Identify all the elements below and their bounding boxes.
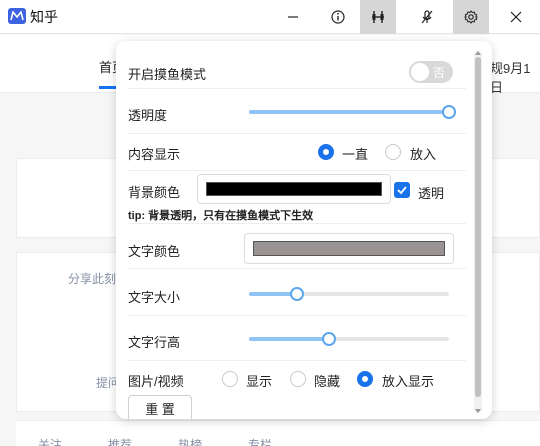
scroll-up-icon[interactable] [475,51,481,55]
fish-mode-row: 开启摸鱼模式 否 [128,41,466,89]
opacity-slider[interactable] [249,105,456,119]
gear-icon [464,10,478,24]
check-icon [397,186,407,195]
content-display-option-always-radio[interactable] [318,144,334,160]
fish-mode-toggle[interactable]: 否 [409,61,453,83]
slider-fill [249,110,449,114]
title-bar: 知乎 [0,0,540,34]
slider-thumb[interactable] [290,287,304,301]
settings-button[interactable] [453,0,489,34]
info-button[interactable] [320,0,356,34]
close-icon [510,11,522,23]
line-height-row: 文字行高 [128,316,466,361]
share-prompt[interactable]: 分享此刻 [68,270,116,287]
scroll-thumb[interactable] [475,57,481,397]
slider-fill [249,337,329,341]
bg-color-swatch [206,182,382,196]
close-button[interactable] [498,0,534,34]
opacity-row: 透明度 [128,89,466,134]
content-display-row: 内容显示 一直 放入 [128,134,466,171]
adjust-button[interactable] [360,0,396,34]
tab-column[interactable]: 专栏 [248,436,272,446]
slider-thumb[interactable] [442,105,456,119]
font-size-row: 文字大小 [128,269,466,316]
minimize-icon [288,16,298,18]
media-option-show[interactable]: 显示 [246,371,272,390]
page-tabs [16,420,540,446]
panel-scrollbar[interactable] [474,51,482,413]
media-option-hover-radio[interactable] [357,371,373,387]
bg-color-picker[interactable] [197,174,391,204]
reset-button[interactable]: 重 置 [128,395,192,419]
settings-panel: 开启摸鱼模式 否 透明度 内容显示 一直 放入 背景颜色 透明 tip: 背景透… [116,41,492,419]
mic-icon [421,10,433,24]
line-height-slider[interactable] [249,332,449,346]
line-height-label: 文字行高 [128,335,181,350]
window-title: 知乎 [30,9,58,25]
text-color-picker[interactable] [244,233,454,264]
slider-thumb[interactable] [322,332,336,346]
content-display-option-hover-radio[interactable] [385,144,401,160]
tab-recommend[interactable]: 推荐 [108,436,132,446]
minimize-button[interactable] [275,0,311,34]
adjust-icon [372,11,384,23]
bg-transparent-label[interactable]: 透明 [418,183,444,202]
content-display-label: 内容显示 [128,147,181,162]
media-option-hide[interactable]: 隐藏 [314,371,340,390]
font-size-slider[interactable] [249,287,449,301]
text-color-row: 文字颜色 [128,224,466,269]
mic-off-button[interactable] [409,0,445,34]
text-color-swatch [253,241,445,256]
opacity-label: 透明度 [128,108,168,123]
font-size-label: 文字大小 [128,290,181,305]
toggle-state-text: 否 [433,66,446,80]
fish-mode-label: 开启摸鱼模式 [128,67,207,82]
bg-color-label: 背景颜色 [128,185,181,200]
scroll-down-icon[interactable] [475,409,481,413]
media-option-show-radio[interactable] [222,371,238,387]
text-color-label: 文字颜色 [128,244,181,259]
media-label: 图片/视频 [128,374,184,389]
media-option-hide-radio[interactable] [290,371,306,387]
media-option-hover[interactable]: 放入显示 [382,371,434,390]
media-row: 图片/视频 显示 隐藏 放入显示 [128,361,466,395]
toggle-knob [411,63,429,81]
tab-hot[interactable]: 热榜 [178,436,202,446]
zhihu-logo-icon [8,8,26,24]
content-display-option-always[interactable]: 一直 [342,144,368,163]
info-icon [331,10,345,24]
tab-follow[interactable]: 关注 [38,436,62,446]
nav-right-text[interactable]: 规9月1日 [490,58,540,96]
content-display-option-hover[interactable]: 放入 [410,144,436,163]
bg-tip-text: tip: 背景透明，只有在摸鱼模式下生效 [128,210,314,222]
bg-transparent-checkbox[interactable] [394,182,410,198]
